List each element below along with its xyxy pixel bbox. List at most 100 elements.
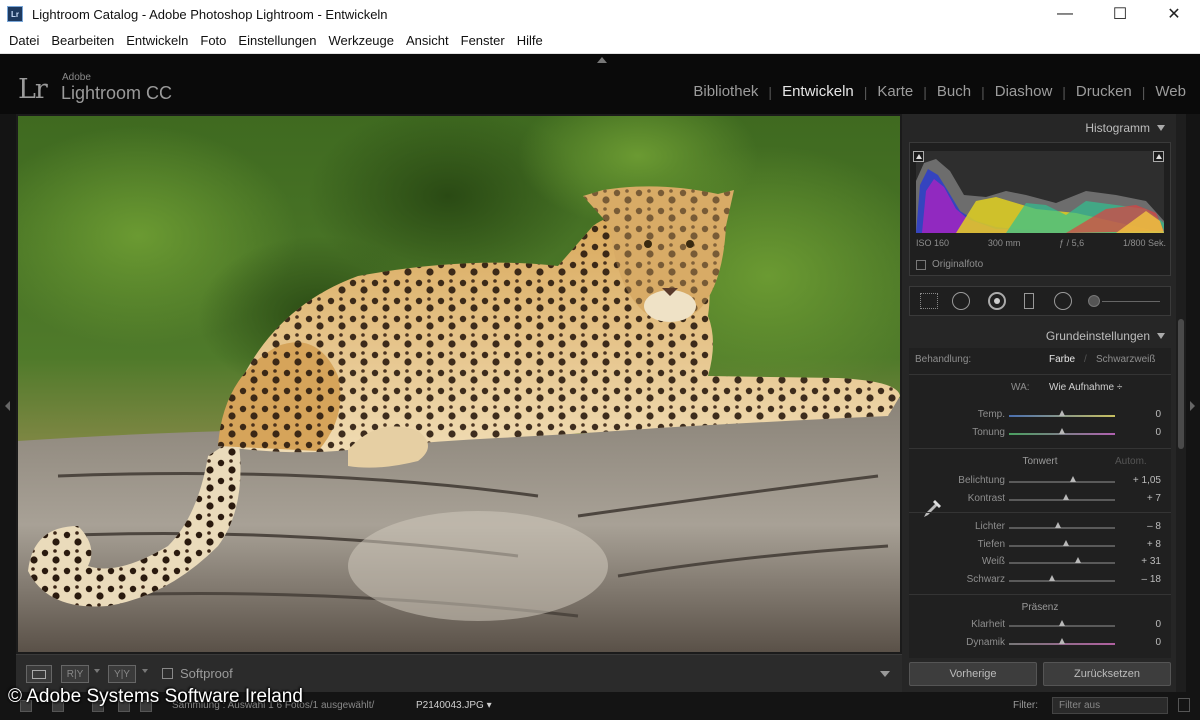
clarity-slider-thumb[interactable] [1059, 620, 1065, 626]
highlights-label: Lichter [974, 521, 1005, 532]
graduated-filter-icon[interactable] [1024, 293, 1034, 309]
vibrance-value[interactable]: 0 [1117, 637, 1161, 648]
right-panel-edge[interactable] [1186, 114, 1200, 692]
module-buch[interactable]: Buch [937, 83, 971, 100]
exif-aperture: ƒ / 5,6 [1059, 238, 1085, 248]
toolbar-content-menu-icon[interactable] [880, 671, 890, 677]
copyright-watermark: © Adobe Systems Software Ireland [8, 686, 303, 707]
close-button[interactable]: ✕ [1147, 0, 1200, 28]
filter-lock-icon[interactable] [1178, 698, 1190, 712]
shadows-slider-thumb[interactable] [1063, 540, 1070, 546]
histogram-graph[interactable] [916, 151, 1164, 233]
module-drucken[interactable]: Drucken [1076, 83, 1132, 100]
lightroom-window: Lr Lightroom Catalog - Adobe Photoshop L… [0, 0, 1200, 720]
module-web[interactable]: Web [1155, 83, 1186, 100]
blacks-value[interactable]: – 18 [1117, 574, 1161, 585]
temp-slider-thumb[interactable] [1059, 410, 1065, 416]
menu-einstellungen[interactable]: Einstellungen [232, 33, 322, 48]
histogram-header[interactable]: Histogramm [902, 114, 1176, 140]
lightroom-logo: Lr [18, 74, 48, 105]
vibrance-slider-thumb[interactable] [1059, 638, 1065, 644]
temp-value[interactable]: 0 [1117, 409, 1161, 420]
module-diashow[interactable]: Diashow [995, 83, 1053, 100]
highlights-value[interactable]: – 8 [1117, 521, 1161, 532]
crop-overlay-icon[interactable] [920, 293, 938, 309]
expand-left-panel-icon[interactable] [5, 401, 10, 411]
filmstrip-filename[interactable]: P2140043.JPG ▾ [416, 700, 492, 711]
treatment-bw-option[interactable]: Schwarzweiß [1096, 354, 1155, 365]
menu-entwickeln[interactable]: Entwickeln [120, 33, 194, 48]
whites-value[interactable]: + 31 [1117, 556, 1161, 567]
filter-select[interactable]: Filter aus [1052, 697, 1168, 714]
before-after-tb-button[interactable]: Y|Y [108, 665, 136, 683]
left-panel-collapsed[interactable] [0, 114, 16, 692]
red-eye-icon[interactable] [988, 292, 1006, 310]
shadow-clipping-icon[interactable] [913, 151, 924, 162]
module-separator: | [1062, 83, 1066, 100]
highlights-slider-thumb[interactable] [1054, 522, 1061, 528]
temp-label: Temp. [977, 409, 1005, 420]
blacks-slider-thumb[interactable] [1049, 575, 1056, 581]
shadows-value[interactable]: + 8 [1117, 539, 1161, 550]
contrast-slider-thumb[interactable] [1063, 494, 1070, 500]
collapse-triangle-icon[interactable] [1157, 333, 1165, 339]
menu-werkzeuge[interactable]: Werkzeuge [322, 33, 400, 48]
tint-value[interactable]: 0 [1117, 427, 1161, 438]
highlights-slider-track[interactable] [1009, 527, 1115, 529]
exif-shutter: 1/800 Sek. [1122, 238, 1166, 248]
exposure-value[interactable]: + 1,05 [1117, 475, 1161, 486]
menu-bearbeiten[interactable]: Bearbeiten [45, 33, 120, 48]
menu-fenster[interactable]: Fenster [455, 33, 511, 48]
top-panel-toggle-icon[interactable] [597, 57, 607, 63]
treatment-color-option[interactable]: Farbe [1049, 354, 1075, 365]
collapse-right-panel-icon[interactable] [1190, 401, 1195, 411]
leopard-photo[interactable] [18, 116, 900, 652]
shadows-slider-track[interactable] [1009, 545, 1115, 547]
previous-settings-button[interactable]: Vorherige [909, 662, 1037, 686]
menu-hilfe[interactable]: Hilfe [511, 33, 549, 48]
before-after-dropdown-icon[interactable] [94, 669, 100, 673]
right-panel-scrollbar[interactable] [1176, 114, 1186, 692]
exposure-slider-thumb[interactable] [1069, 476, 1076, 482]
adjustment-brush-icon[interactable] [1088, 295, 1100, 307]
radial-filter-icon[interactable] [1054, 292, 1072, 310]
minimize-button[interactable]: — [1038, 0, 1092, 28]
before-after-lr-button[interactable]: R|Y [61, 665, 89, 683]
module-entwickeln[interactable]: Entwickeln [782, 83, 854, 100]
wb-select[interactable]: Wie Aufnahme ÷ [1049, 382, 1122, 393]
adjustment-brush-slider[interactable] [1102, 301, 1160, 302]
tint-slider-thumb[interactable] [1059, 428, 1065, 434]
wb-label: WA: [1011, 382, 1030, 393]
whites-slider-thumb[interactable] [1074, 557, 1081, 563]
softproof-checkbox[interactable] [162, 668, 173, 679]
view-options-dropdown-icon[interactable] [142, 669, 148, 673]
reset-button[interactable]: Zurücksetzen [1043, 662, 1171, 686]
whites-label: Weiß [981, 556, 1005, 567]
original-photo-checkbox[interactable] [916, 260, 926, 270]
image-canvas[interactable] [16, 114, 902, 654]
basic-title: Grundeinstellungen [1045, 329, 1150, 343]
clarity-value[interactable]: 0 [1117, 619, 1161, 630]
scrollbar-thumb[interactable] [1178, 319, 1184, 449]
vibrance-label: Dynamik [966, 637, 1005, 648]
auto-tone-button[interactable]: Autom. [1115, 456, 1147, 467]
contrast-value[interactable]: + 7 [1117, 493, 1161, 504]
menu-datei[interactable]: Datei [3, 33, 45, 48]
module-bibliothek[interactable]: Bibliothek [693, 83, 758, 100]
loupe-view-button[interactable] [26, 665, 52, 683]
spot-removal-icon[interactable] [952, 292, 970, 310]
tint-label: Tonung [972, 427, 1005, 438]
menu-ansicht[interactable]: Ansicht [400, 33, 455, 48]
whites-slider-track[interactable] [1009, 562, 1115, 564]
menu-foto[interactable]: Foto [194, 33, 232, 48]
basic-header[interactable]: Grundeinstellungen [902, 322, 1176, 348]
highlight-clipping-icon[interactable] [1153, 151, 1164, 162]
module-karte[interactable]: Karte [877, 83, 913, 100]
window-titlebar: Lr Lightroom Catalog - Adobe Photoshop L… [0, 0, 1200, 28]
blacks-slider-track[interactable] [1009, 580, 1115, 582]
maximize-button[interactable]: ☐ [1093, 0, 1147, 28]
collapse-triangle-icon[interactable] [1157, 125, 1165, 131]
treatment-label: Behandlung: [915, 354, 972, 365]
contrast-slider-track[interactable] [1009, 499, 1115, 501]
exposure-slider-track[interactable] [1009, 481, 1115, 483]
